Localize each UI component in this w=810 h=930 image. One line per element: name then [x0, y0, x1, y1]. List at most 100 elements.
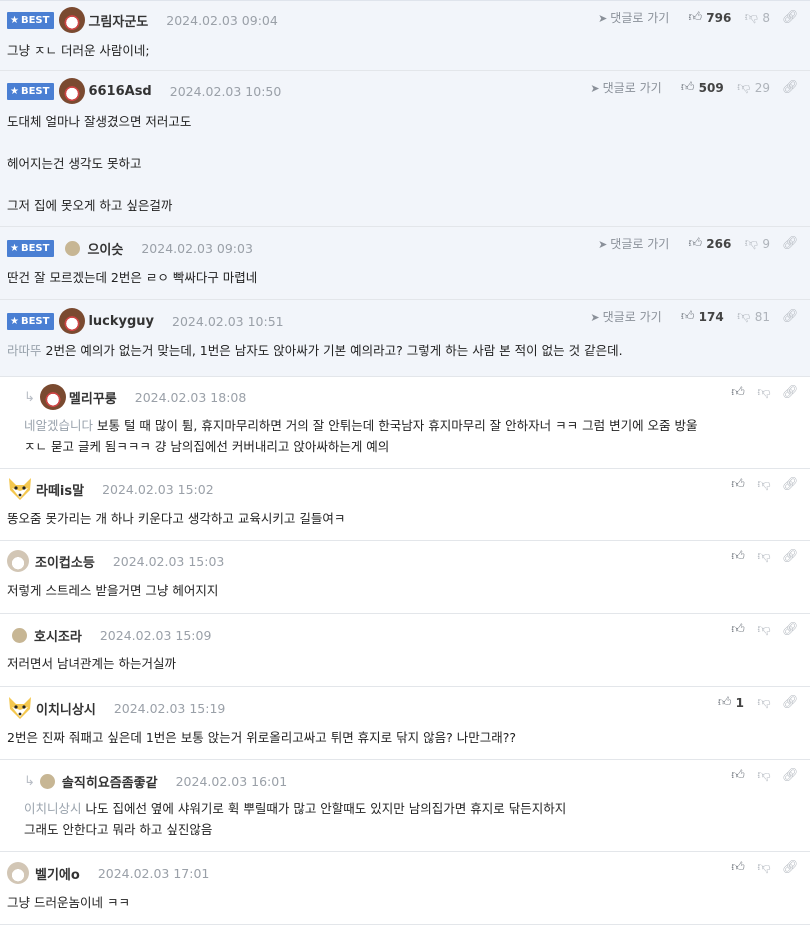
thumbs-down-icon[interactable]: 👎︎	[736, 309, 752, 324]
downvote-count: 9	[762, 236, 770, 251]
send-icon: ➤	[598, 12, 608, 25]
avatar[interactable]	[39, 384, 66, 410]
thumbs-down-icon[interactable]: 👎︎	[736, 80, 752, 95]
thumbs-up-icon[interactable]: 👍︎	[680, 309, 696, 324]
avatar[interactable]	[59, 308, 86, 334]
link-icon[interactable]: 🔗︎	[782, 10, 799, 25]
nickname[interactable]: 6616Asd	[88, 84, 151, 99]
link-icon[interactable]: 🔗︎	[782, 860, 799, 875]
goto-label: 댓글로 가기	[602, 310, 662, 324]
goto-label: 댓글로 가기	[610, 237, 670, 251]
avatar[interactable]	[59, 78, 86, 104]
thumbs-up-icon[interactable]: 👍︎	[687, 236, 703, 251]
nickname[interactable]: 조이컵소등	[35, 552, 95, 571]
thumbs-up-icon[interactable]: 👍︎	[730, 477, 746, 492]
thumbs-down-icon[interactable]: 👎︎	[756, 768, 772, 783]
comment-line: 그냥 드러운놈이네 ㅋㅋ	[7, 895, 130, 910]
upvote-count: 509	[698, 80, 724, 95]
avatar[interactable]	[39, 773, 55, 789]
comment-header: ★ BEST 그림자군도 2024.02.03 09:04	[7, 7, 278, 33]
thumbs-down-icon[interactable]: 👎︎	[743, 236, 759, 251]
goto-label: 댓글로 가기	[610, 11, 670, 25]
thumbs-down-icon[interactable]: 👎︎	[756, 549, 772, 564]
mention[interactable]: 네알겠습니다	[24, 418, 93, 433]
avatar[interactable]	[12, 627, 27, 643]
comment-tools: ➤ 댓글로 가기 👍︎ 509 👎︎ 29 🔗︎	[590, 79, 798, 96]
avatar[interactable]	[65, 240, 81, 256]
best-label: BEST	[20, 14, 50, 26]
avatar[interactable]	[7, 550, 29, 572]
goto-comment-link[interactable]: ➤ 댓글로 가기	[590, 79, 661, 96]
nickname[interactable]: 으이슷	[87, 239, 123, 258]
comment-body: 이치니상시 나도 집에선 옆에 샤워기로 휙 뿌릴때가 많고 안할때도 있지만 …	[24, 798, 792, 840]
comment-tools: 👍︎ 1 👎︎ 🔗︎	[717, 695, 799, 710]
thumbs-down-icon[interactable]: 👎︎	[756, 622, 772, 637]
avatar[interactable]	[7, 477, 33, 501]
comment-tools: 👍︎ 👎︎ 🔗︎	[730, 549, 798, 564]
nickname[interactable]: luckyguy	[88, 314, 154, 329]
goto-comment-link[interactable]: ➤ 댓글로 가기	[590, 308, 661, 325]
comment-text: 보통 털 때 많이 튐, 휴지마무리하면 거의 잘 안튀는데 한국남자 휴지마무…	[93, 418, 698, 433]
comment-header: ★ BEST 6616Asd 2024.02.03 10:50	[7, 78, 281, 104]
mention[interactable]: 라따뚜	[7, 343, 42, 358]
thumbs-down-icon[interactable]: 👎︎	[756, 385, 772, 400]
thumbs-up-icon[interactable]: 👍︎	[730, 622, 746, 637]
comment-header: 벨기에o 2024.02.03 17:01	[7, 862, 209, 884]
upvote-count: 1	[735, 695, 744, 710]
comment-body: 그냥 ㅈㄴ 더러운 사람이네;	[7, 40, 792, 61]
nickname[interactable]: 솔직히요즘좀좋같	[62, 772, 158, 791]
best-badge: ★ BEST	[7, 82, 55, 100]
avatar[interactable]	[7, 696, 33, 720]
best-badge: ★ BEST	[7, 11, 55, 29]
avatar[interactable]	[59, 7, 86, 33]
avatar[interactable]	[7, 862, 29, 884]
comment-date: 2024.02.03 09:04	[166, 12, 278, 28]
thumbs-up-icon[interactable]: 👍︎	[730, 549, 746, 564]
thumbs-down-icon[interactable]: 👎︎	[743, 10, 759, 25]
link-icon[interactable]: 🔗︎	[782, 695, 799, 710]
thumbs-up-icon[interactable]: 👍︎	[717, 695, 733, 710]
thumbs-down-icon[interactable]: 👎︎	[756, 695, 772, 710]
thumbs-down-icon[interactable]: 👎︎	[756, 860, 772, 875]
comment-date: 2024.02.03 15:02	[102, 481, 214, 497]
link-icon[interactable]: 🔗︎	[782, 549, 799, 564]
nickname[interactable]: 이치니상시	[36, 699, 96, 718]
comment-body: 라따뚜 2번은 예의가 없는거 맞는데, 1번은 남자도 앉아싸가 기본 예의라…	[7, 340, 792, 361]
link-icon[interactable]: 🔗︎	[782, 622, 799, 637]
thumbs-up-icon[interactable]: 👍︎	[730, 768, 746, 783]
comment-line: ㅈㄴ 묻고 글케 됨ㅋㅋㅋ 걍 남의집에선 커버내리고 앉아싸하는게 예의	[24, 439, 390, 454]
nickname[interactable]: 호시조라	[34, 626, 82, 645]
thumbs-up-icon[interactable]: 👍︎	[687, 10, 703, 25]
reply-arrow-icon: ↳	[24, 773, 35, 789]
nickname[interactable]: 그림자군도	[88, 11, 148, 30]
upvote-count: 796	[706, 10, 732, 25]
comment-line: 저러면서 남녀관계는 하는거실까	[7, 656, 176, 671]
nickname[interactable]: 벨기에o	[35, 864, 80, 883]
nickname[interactable]: 라떼is말	[36, 480, 84, 499]
best-badge: ★ BEST	[7, 239, 55, 257]
comment-date: 2024.02.03 10:51	[172, 313, 284, 329]
comment-text: 2번은 예의가 없는거 맞는데, 1번은 남자도 앉아싸가 기본 예의라고? 그…	[41, 343, 623, 358]
link-icon[interactable]: 🔗︎	[782, 80, 799, 95]
thumbs-up-icon[interactable]: 👍︎	[730, 385, 746, 400]
comment-line: 똥오줌 못가리는 개 하나 키운다고 생각하고 교육시키고 길들여ㅋ	[7, 511, 346, 526]
goto-comment-link[interactable]: ➤ 댓글로 가기	[598, 9, 669, 26]
link-icon[interactable]: 🔗︎	[782, 477, 799, 492]
thumbs-up-icon[interactable]: 👍︎	[730, 860, 746, 875]
comment-line: 딴건 잘 모르겠는데 2번은 ㄹㅇ 빡싸다구 마렵네	[7, 270, 258, 285]
comment-tools: 👍︎ 👎︎ 🔗︎	[730, 622, 798, 637]
thumbs-down-icon[interactable]: 👎︎	[756, 477, 772, 492]
mention[interactable]: 이치니상시	[24, 801, 82, 816]
best-comment: ★ BEST 그림자군도 2024.02.03 09:04 ➤ 댓글로 가기 👍︎ 7…	[0, 1, 810, 71]
comment-line: 네알겠습니다 보통 털 때 많이 튐, 휴지마무리하면 거의 잘 안튀는데 한국…	[24, 415, 792, 436]
best-label: BEST	[20, 242, 50, 254]
nickname[interactable]: 멜리꾸룽	[69, 388, 117, 407]
comment-tools: 👍︎ 👎︎ 🔗︎	[730, 385, 798, 400]
goto-comment-link[interactable]: ➤ 댓글로 가기	[598, 235, 669, 252]
link-icon[interactable]: 🔗︎	[782, 309, 799, 324]
link-icon[interactable]: 🔗︎	[782, 236, 799, 251]
comment: 이치니상시 2024.02.03 15:19 👍︎ 1 👎︎ 🔗︎ 2번은 진짜 …	[0, 687, 810, 760]
link-icon[interactable]: 🔗︎	[782, 768, 799, 783]
link-icon[interactable]: 🔗︎	[782, 385, 799, 400]
thumbs-up-icon[interactable]: 👍︎	[680, 80, 696, 95]
